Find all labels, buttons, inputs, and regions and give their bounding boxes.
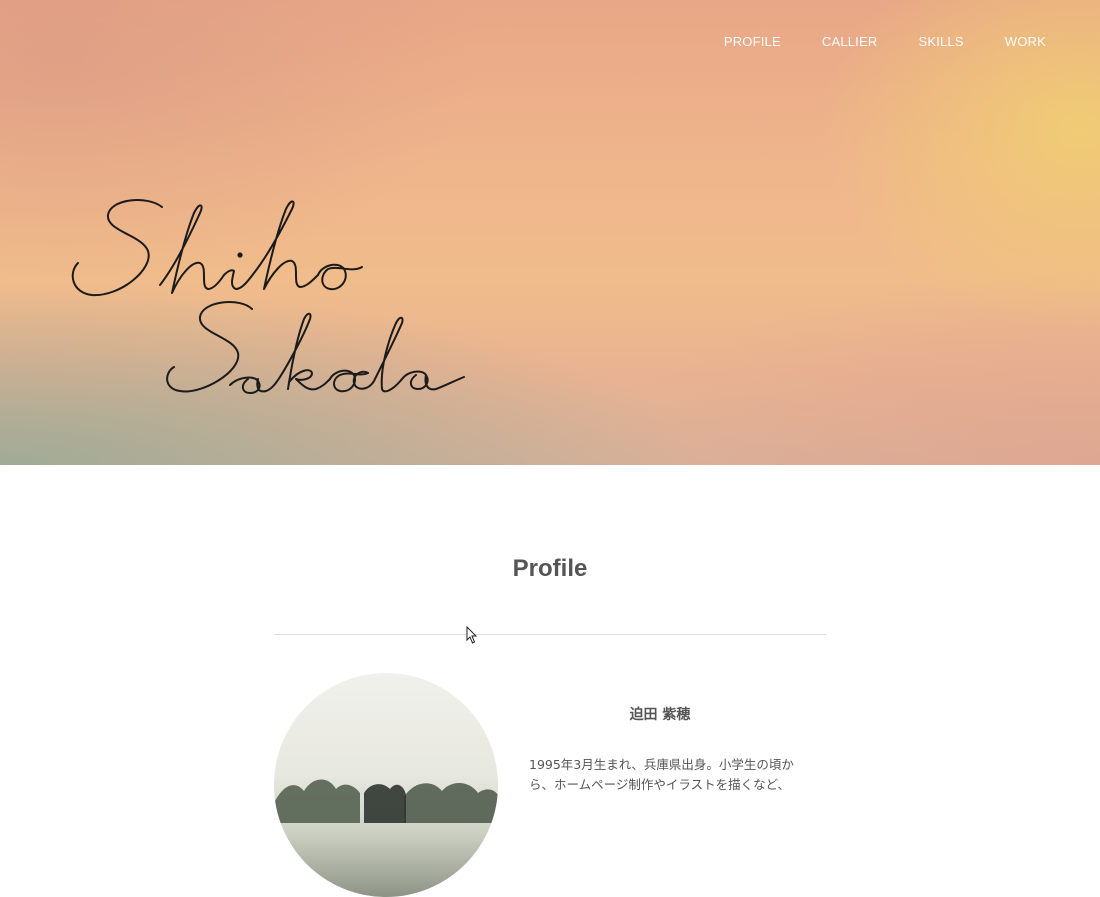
- avatar: [274, 673, 498, 897]
- section-divider: [274, 634, 826, 635]
- profile-section: Profile 迫田 紫穂 1995年3月生まれ、兵庫県出身。小学生の頃か ら、…: [0, 465, 1100, 897]
- nav-link-work[interactable]: WORK: [1005, 34, 1046, 49]
- main-nav: PROFILE CALLIER SKILLS WORK: [683, 34, 1046, 49]
- section-title: Profile: [512, 555, 588, 582]
- nav-link-profile[interactable]: PROFILE: [724, 34, 781, 49]
- avatar-photo-trees: [274, 779, 498, 823]
- nav-link-skills[interactable]: SKILLS: [918, 34, 963, 49]
- bio-line: 1995年3月生まれ、兵庫県出身。小学生の頃か: [529, 757, 794, 772]
- signature-logo: [71, 199, 465, 394]
- profile-bio: 1995年3月生まれ、兵庫県出身。小学生の頃か ら、ホームページ制作やイラストを…: [529, 755, 801, 795]
- profile-name: 迫田 紫穂: [629, 707, 691, 723]
- mouse-pointer-icon: [466, 626, 478, 644]
- nav-link-callier[interactable]: CALLIER: [822, 34, 878, 49]
- bio-line: ら、ホームページ制作やイラストを描くなど、: [529, 777, 791, 792]
- hero-header: PROFILE CALLIER SKILLS WORK: [0, 0, 1100, 465]
